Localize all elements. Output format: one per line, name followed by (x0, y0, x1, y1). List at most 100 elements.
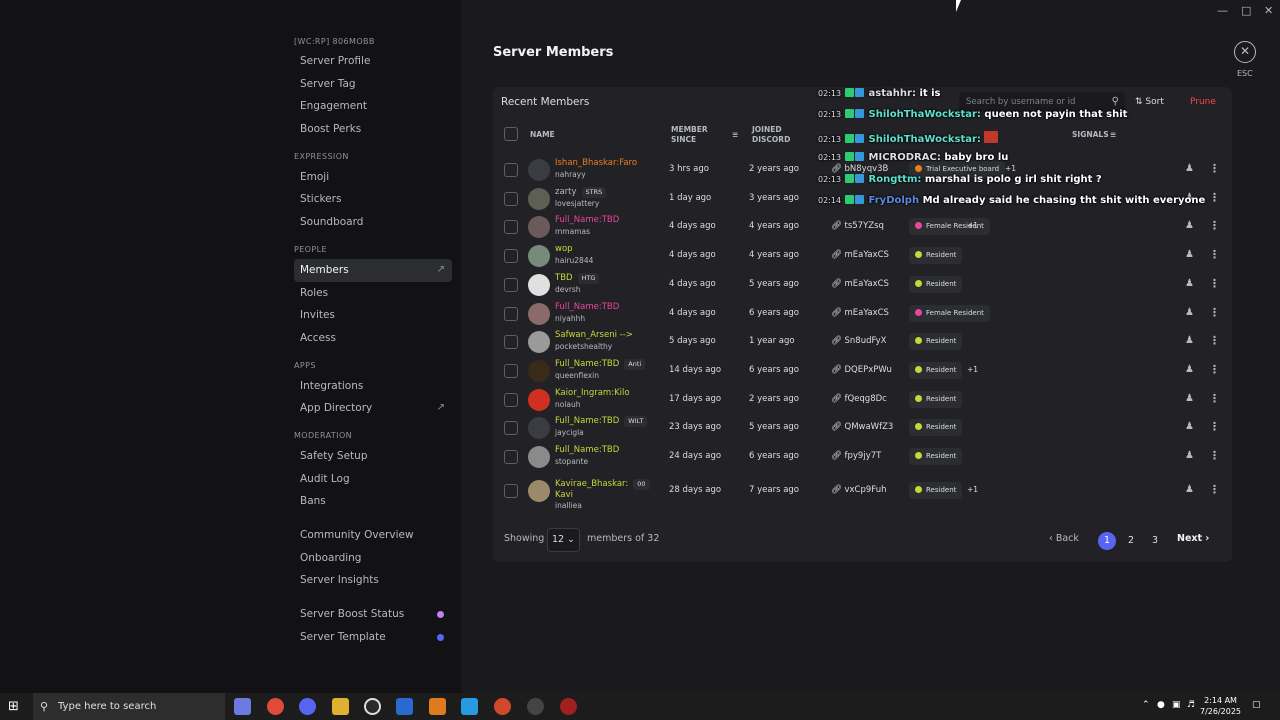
avatar[interactable] (528, 331, 550, 354)
role-badge[interactable]: Resident (909, 448, 963, 465)
sidebar-item-bans[interactable]: Bans (294, 490, 452, 513)
invite-code[interactable]: 🔗︎ ts57YZsq (831, 221, 884, 231)
app-icon-a[interactable] (429, 698, 446, 715)
sidebar-item-server-boost-status[interactable]: Server Boost Status (294, 603, 452, 626)
store-icon[interactable] (396, 698, 413, 715)
sidebar-item-integrations[interactable]: Integrations (294, 375, 452, 398)
user-profile-icon[interactable]: ♟ (1185, 421, 1194, 432)
member-name[interactable]: Full_Name:TBD (555, 302, 619, 313)
table-row[interactable]: Full_Name:TBD niyahhh 4 days ago 6 years ag… (493, 300, 1232, 329)
sidebar-item-server-tag[interactable]: Server Tag (294, 73, 452, 96)
avatar[interactable] (528, 479, 550, 502)
sidebar-item-onboarding[interactable]: Onboarding (294, 547, 452, 570)
pager-back-button[interactable]: ‹ Back (1049, 533, 1079, 544)
sidebar-item-access[interactable]: Access (294, 327, 452, 350)
row-checkbox[interactable] (504, 483, 518, 498)
role-badge[interactable]: Resident (909, 419, 963, 437)
member-name[interactable]: zarty STRS (555, 186, 607, 198)
invite-code[interactable]: 🔗︎ mEaYaxCS (831, 250, 889, 260)
user-profile-icon[interactable]: ♟ (1185, 335, 1194, 346)
row-checkbox[interactable] (504, 363, 518, 378)
file-explorer-icon[interactable] (332, 698, 349, 715)
more-options-icon[interactable]: ⋮ (1209, 420, 1220, 433)
table-row[interactable]: Kaior_Ingram:Kilo nolauh 17 days ago 2 year… (493, 386, 1232, 415)
mic-icon[interactable]: ● (1157, 700, 1165, 710)
avatar[interactable] (528, 245, 550, 268)
row-checkbox[interactable] (504, 450, 518, 464)
more-roles-count[interactable]: +1 (967, 221, 978, 230)
sidebar-item-invites[interactable]: Invites (294, 304, 452, 327)
sidebar-item-emoji[interactable]: Emoji (294, 166, 452, 189)
table-row[interactable]: wop hairu2844 4 days ago 4 years ago 🔗︎ mEaY… (493, 242, 1232, 271)
maximize-icon[interactable]: □ (1241, 4, 1251, 17)
prune-button[interactable]: Prune (1190, 92, 1216, 112)
col-member-since[interactable]: MEMBER SINCE (671, 125, 708, 145)
role-badge[interactable]: Female Resident (909, 304, 990, 322)
sidebar-item-server-profile[interactable]: Server Profile (294, 50, 452, 73)
page-size-select[interactable]: 12 ⌄ (547, 528, 580, 552)
sidebar-item-soundboard[interactable]: Soundboard (294, 211, 452, 234)
sidebar-item-boost-perks[interactable]: Boost Perks (294, 118, 452, 141)
windows-start-icon[interactable]: ⊞ (8, 699, 19, 714)
role-badge[interactable]: Resident (909, 390, 963, 408)
more-options-icon[interactable]: ⋮ (1209, 363, 1220, 376)
more-options-icon[interactable]: ⋮ (1209, 162, 1220, 175)
member-name[interactable]: Kaior_Ingram:Kilo (555, 388, 630, 399)
member-name[interactable]: wop (555, 244, 573, 255)
row-checkbox[interactable] (504, 306, 518, 321)
filter-icon[interactable]: ≡ (732, 130, 738, 140)
table-row[interactable]: Full_Name:TBD mmamas 4 days ago 4 years ago… (493, 213, 1232, 242)
user-profile-icon[interactable]: ♟ (1185, 450, 1194, 461)
member-name[interactable]: TBD HTG (555, 272, 600, 284)
window-close-icon[interactable]: ✕ (1264, 4, 1273, 17)
settings-icon[interactable] (527, 698, 544, 715)
invite-code[interactable]: 🔗︎ DQEPxPWu (831, 365, 892, 375)
sidebar-item-roles[interactable]: Roles (294, 282, 452, 305)
copilot-icon[interactable] (234, 698, 251, 715)
app-icon-f[interactable] (461, 698, 478, 715)
col-joined-discord[interactable]: JOINED DISCORD (752, 125, 790, 145)
user-profile-icon[interactable]: ♟ (1185, 220, 1194, 231)
invite-code[interactable]: 🔗︎ Sn8udFyX (831, 336, 886, 346)
member-name[interactable]: Full_Name:TBD (555, 215, 619, 226)
volume-icon[interactable]: ♬ (1187, 700, 1195, 710)
row-checkbox[interactable] (504, 220, 518, 235)
invite-code[interactable]: 🔗︎ fpy9jy7T (831, 451, 881, 461)
discord-icon[interactable] (299, 698, 316, 715)
more-options-icon[interactable]: ⋮ (1209, 191, 1220, 204)
taskbar-clock[interactable]: 2:14 AM 7/26/2025 (1200, 695, 1241, 717)
app-icon-c[interactable] (494, 698, 511, 715)
sidebar-item-safety-setup[interactable]: Safety Setup (294, 445, 452, 468)
app-icon-g[interactable] (364, 698, 381, 715)
col-name[interactable]: NAME (530, 130, 555, 140)
more-roles-count[interactable]: +1 (1005, 164, 1016, 173)
sidebar-item-app-directory[interactable]: App Directory ↗ (294, 397, 452, 420)
taskbar-search[interactable]: ⚲ Type here to search (33, 693, 225, 720)
sidebar-item-server-template[interactable]: Server Template (294, 626, 452, 649)
tray-chevron-icon[interactable]: ⌃ (1142, 700, 1150, 710)
member-name[interactable]: Kavirae_Bhaskar: 00 Kavi (555, 478, 650, 501)
invite-code[interactable]: 🔗︎ mEaYaxCS (831, 308, 889, 318)
row-checkbox[interactable] (504, 277, 518, 292)
more-options-icon[interactable]: ⋮ (1209, 277, 1220, 290)
signals-filter-icon[interactable]: ≡ (1110, 130, 1116, 140)
page-button-1[interactable]: 1 (1098, 532, 1116, 550)
notification-icon[interactable]: ▢ (1252, 700, 1261, 710)
avatar[interactable] (528, 446, 550, 468)
avatar[interactable] (528, 273, 550, 296)
member-name[interactable]: Full_Name:TBD WILT (555, 416, 648, 428)
more-roles-count[interactable]: +1 (967, 365, 978, 374)
invite-code[interactable]: 🔗︎ mEaYaxCS (831, 279, 889, 289)
row-checkbox[interactable] (504, 163, 518, 177)
row-checkbox[interactable] (504, 392, 518, 407)
user-profile-icon[interactable]: ♟ (1185, 484, 1194, 495)
more-options-icon[interactable]: ⋮ (1209, 219, 1220, 232)
select-all-checkbox[interactable] (504, 127, 518, 141)
table-row[interactable]: TBD HTG devrsh 4 days ago 5 years ago 🔗︎ mEaY… (493, 271, 1232, 300)
avatar[interactable] (528, 159, 550, 181)
avatar[interactable] (528, 216, 550, 239)
col-signals[interactable]: SIGNALS (1072, 130, 1109, 140)
invite-code[interactable]: 🔗︎ QMwaWfZ3 (831, 422, 893, 432)
more-options-icon[interactable]: ⋮ (1209, 483, 1220, 496)
avatar[interactable] (528, 187, 550, 210)
